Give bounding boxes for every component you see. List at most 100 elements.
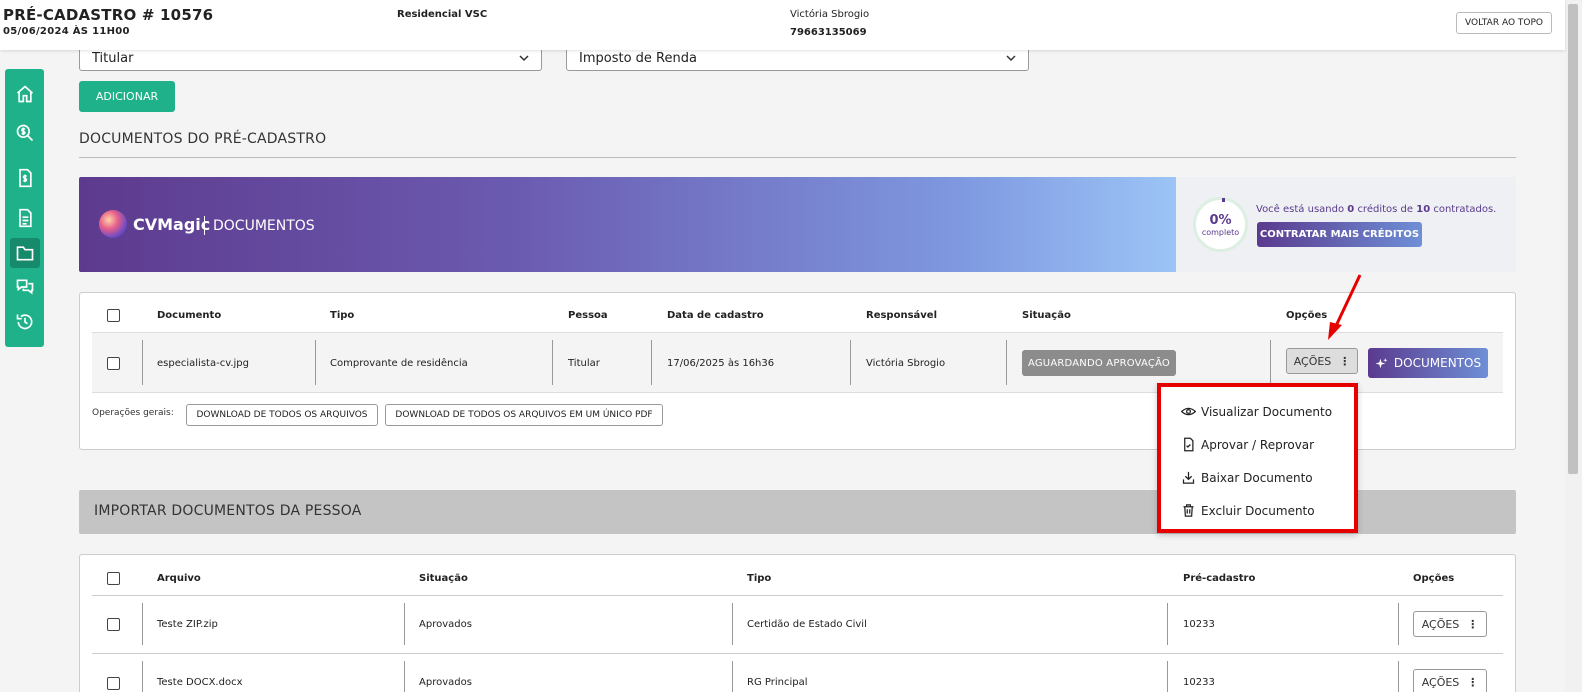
cell-divider — [142, 340, 143, 385]
row-checkbox[interactable] — [107, 677, 120, 690]
cliente-name: Victória Sbrogio — [790, 9, 870, 20]
arquivo-tipo: Certidão de Estado Civil — [747, 619, 867, 630]
search-money-icon[interactable] — [10, 118, 40, 148]
row-divider — [92, 595, 1503, 596]
col-responsavel: Responsável — [866, 310, 938, 321]
cell-divider — [142, 603, 143, 645]
documentos-button-label: DOCUMENTOS — [1393, 356, 1482, 370]
section-divider — [79, 157, 1516, 158]
menu-item-excluir[interactable]: Excluir Documento — [1181, 503, 1315, 518]
adicionar-button[interactable]: ADICIONAR — [79, 81, 175, 112]
credits-text: Você está usando 0 créditos de 10 contra… — [1256, 204, 1497, 215]
arquivo-situacao: Aprovados — [419, 677, 472, 688]
documento-responsavel: Victória Sbrogio — [866, 358, 946, 369]
arquivo-name: Teste ZIP.zip — [157, 619, 218, 630]
cell-divider — [732, 603, 733, 645]
documentos-button[interactable]: DOCUMENTOS — [1368, 348, 1488, 378]
row-checkbox[interactable] — [107, 618, 120, 631]
history-icon[interactable] — [10, 307, 40, 337]
col-opcoes: Opções — [1413, 573, 1455, 584]
select-all-checkbox[interactable] — [107, 309, 120, 322]
col-situacao: Situação — [419, 573, 468, 584]
cell-divider — [1270, 340, 1271, 385]
col-data-cadastro: Data de cadastro — [667, 310, 764, 321]
cell-divider — [732, 661, 733, 692]
acoes-label: AÇÕES — [1421, 675, 1460, 689]
importar-section-title: IMPORTAR DOCUMENTOS DA PESSOA — [94, 503, 362, 519]
row-divider — [92, 332, 1503, 333]
documento-name: especialista-cv.jpg — [157, 358, 249, 369]
col-tipo: Tipo — [330, 310, 355, 321]
precadastro-title: PRÉ-CADASTRO # 10576 — [3, 6, 214, 24]
col-documento: Documento — [157, 310, 222, 321]
cvmagic-brand: CVMagic — [133, 215, 211, 234]
more-vertical-icon: ⋮ — [1339, 354, 1351, 368]
cvmagic-logo — [99, 210, 127, 238]
cell-divider — [1167, 661, 1168, 692]
money-document-icon[interactable] — [10, 163, 40, 193]
chat-icon[interactable] — [10, 272, 40, 302]
voltar-ao-topo-button[interactable]: VOLTAR AO TOPO — [1456, 12, 1552, 34]
arquivo-precadastro: 10233 — [1183, 619, 1215, 630]
cell-divider — [1398, 661, 1399, 692]
cell-divider — [1398, 603, 1399, 645]
cell-divider — [404, 661, 405, 692]
col-situacao: Situação — [1022, 310, 1071, 321]
scrollbar-thumb[interactable] — [1568, 4, 1578, 474]
menu-item-aprovar[interactable]: Aprovar / Reprovar — [1181, 437, 1314, 452]
row-divider — [92, 653, 1503, 654]
folder-icon[interactable] — [10, 238, 40, 268]
download-pdf-button[interactable]: DOWNLOAD DE TODOS OS ARQUIVOS EM UM ÚNIC… — [385, 404, 663, 426]
cell-divider — [315, 340, 316, 385]
pessoa-select-value: Titular — [92, 50, 134, 66]
col-arquivo: Arquivo — [157, 573, 201, 584]
cvmagic-banner: CVMagic DOCUMENTOS — [79, 177, 1176, 272]
brand-divider — [204, 216, 205, 235]
tipo-select-value: Imposto de Renda — [579, 50, 697, 66]
operacoes-gerais-label: Operações gerais: — [92, 408, 174, 418]
acoes-label: AÇÕES — [1293, 354, 1332, 368]
arquivo-tipo: RG Principal — [747, 677, 808, 688]
documento-data: 17/06/2025 às 16h36 — [667, 358, 775, 369]
cell-divider — [142, 661, 143, 692]
trash-icon — [1183, 504, 1194, 517]
cell-divider — [1006, 340, 1007, 385]
empreendimento-name: Residencial VSC — [397, 9, 488, 20]
menu-item-visualizar[interactable]: Visualizar Documento — [1181, 404, 1332, 419]
progress-ring: 0% completo — [1193, 197, 1248, 252]
more-vertical-icon: ⋮ — [1467, 675, 1479, 689]
arquivo-name: Teste DOCX.docx — [157, 677, 243, 688]
contratar-creditos-button[interactable]: CONTRATAR MAIS CRÉDITOS — [1257, 222, 1422, 247]
acoes-label: AÇÕES — [1421, 617, 1460, 631]
cell-divider — [850, 340, 851, 385]
page-header: PRÉ-CADASTRO # 10576 05/06/2024 ÀS 11H00… — [0, 0, 1565, 50]
home-icon[interactable] — [10, 79, 40, 109]
acoes-button[interactable]: AÇÕES ⋮ — [1413, 611, 1487, 637]
file-check-icon — [1184, 437, 1194, 452]
acoes-button[interactable]: AÇÕES ⋮ — [1286, 348, 1358, 374]
cvmagic-subtitle: DOCUMENTOS — [213, 218, 315, 234]
eye-icon — [1181, 407, 1196, 416]
cell-divider — [552, 340, 553, 385]
annotation-arrow — [1328, 274, 1362, 340]
acoes-button[interactable]: AÇÕES ⋮ — [1413, 669, 1487, 692]
credits-panel: 0% completo Você está usando 0 créditos … — [1176, 177, 1516, 272]
documentos-section-title: DOCUMENTOS DO PRÉ-CADASTRO — [79, 131, 327, 147]
cell-divider — [1167, 603, 1168, 645]
col-precadastro: Pré-cadastro — [1183, 573, 1256, 584]
progress-ring-marker — [1222, 198, 1225, 202]
chevron-down-icon — [519, 55, 529, 62]
document-icon[interactable] — [10, 203, 40, 233]
sidebar — [5, 69, 44, 347]
col-pessoa: Pessoa — [568, 310, 608, 321]
select-all-checkbox[interactable] — [107, 572, 120, 585]
row-checkbox[interactable] — [107, 357, 120, 370]
more-vertical-icon: ⋮ — [1467, 617, 1479, 631]
download-icon — [1182, 471, 1195, 484]
download-all-button[interactable]: DOWNLOAD DE TODOS OS ARQUIVOS — [186, 404, 378, 426]
progress-percent: 0% — [1209, 212, 1232, 228]
cell-divider — [651, 340, 652, 385]
documento-pessoa: Titular — [568, 358, 600, 369]
cell-divider — [404, 603, 405, 645]
menu-item-baixar[interactable]: Baixar Documento — [1181, 470, 1313, 485]
